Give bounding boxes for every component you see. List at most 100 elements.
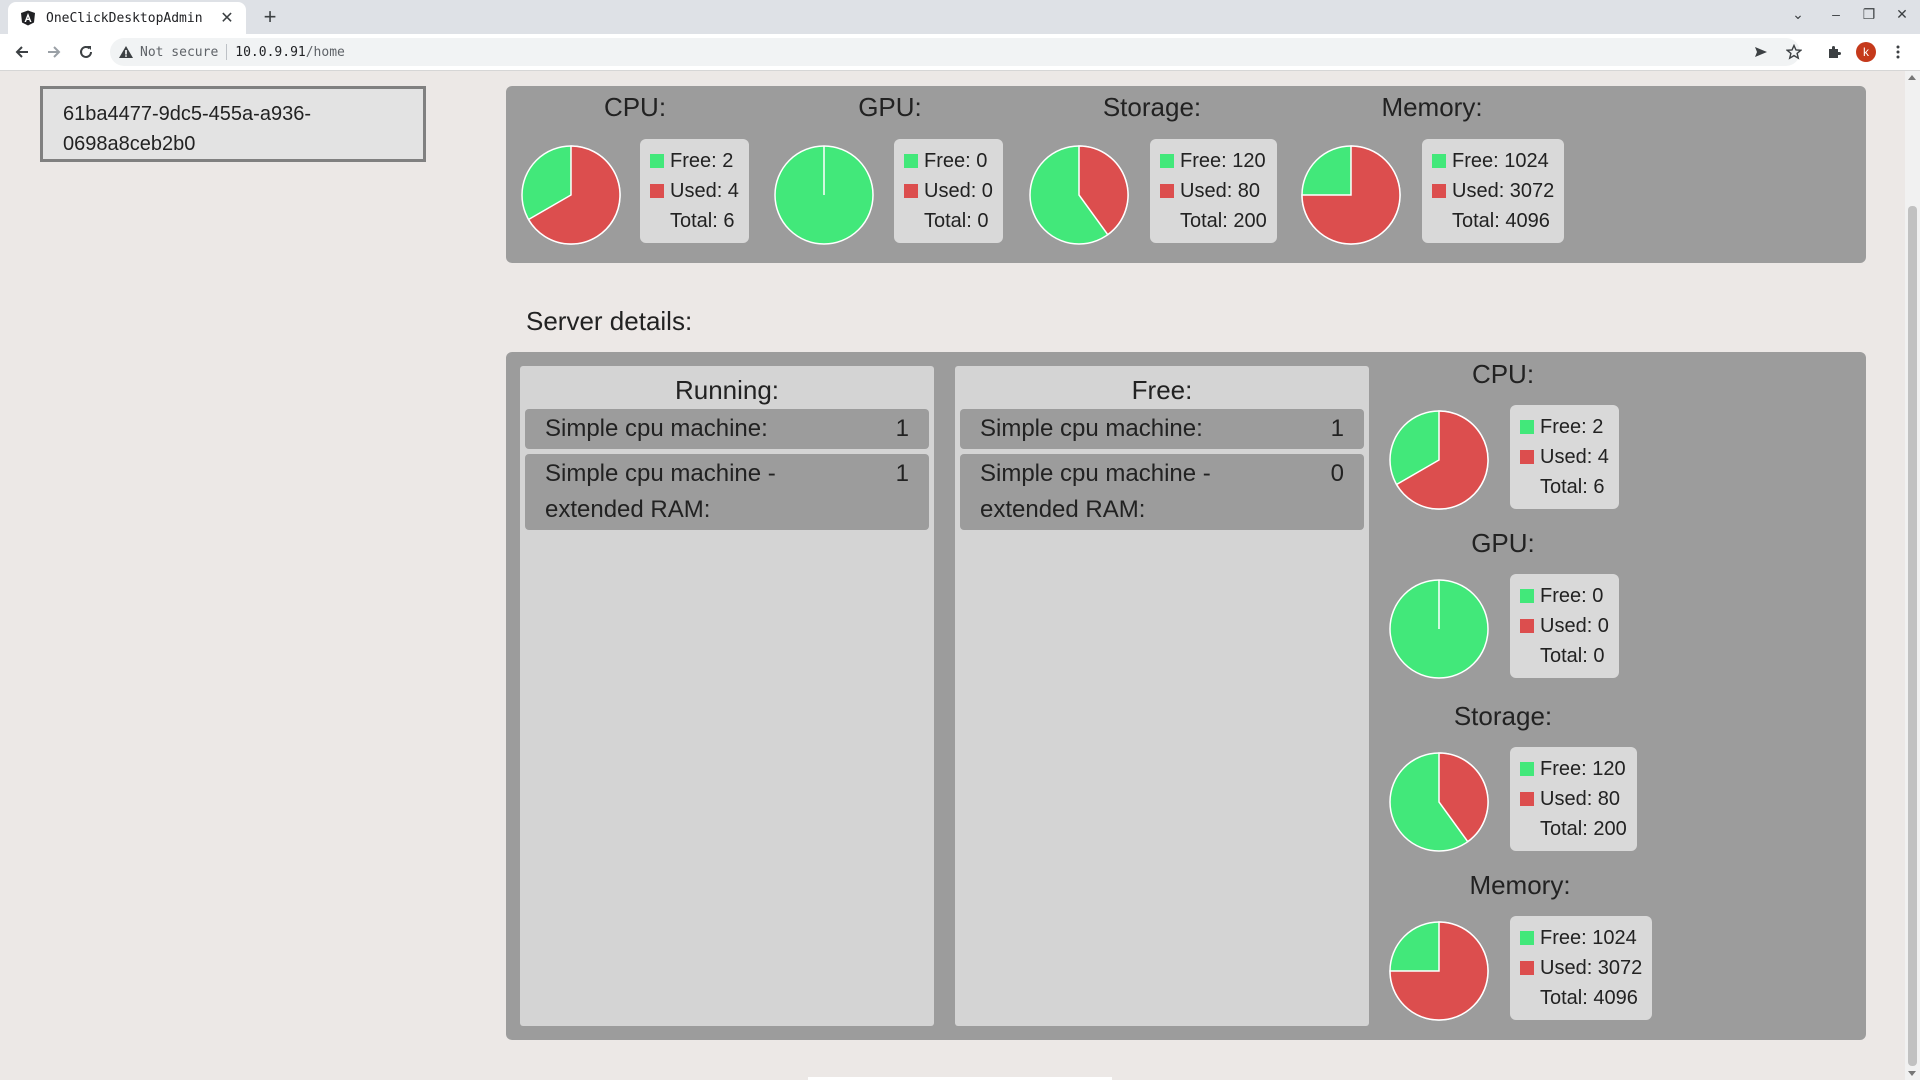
angular-logo-icon bbox=[21, 10, 35, 26]
used-value: Used: 3072 bbox=[1540, 956, 1643, 979]
summary-cpu-legend: Free: 2 Used: 4 Total: 6 bbox=[640, 139, 749, 243]
legend-free: Free: 2 bbox=[650, 146, 739, 176]
details-gpu-pie bbox=[1389, 579, 1489, 679]
tab-title: OneClickDesktopAdmin bbox=[46, 10, 203, 26]
details-cpu-pie bbox=[1389, 410, 1489, 510]
summary-cpu-pie bbox=[521, 145, 621, 245]
used-value: Used: 0 bbox=[1540, 614, 1609, 637]
server-id-box[interactable]: 61ba4477-9dc5-455a-a936-0698a8ceb2b0 bbox=[40, 86, 426, 162]
free-value: Free: 120 bbox=[1540, 757, 1626, 780]
reload-icon[interactable] bbox=[74, 40, 98, 64]
machine-count: 1 bbox=[895, 415, 909, 442]
used-swatch bbox=[1520, 619, 1534, 633]
machine-name: Simple cpu machine - extended RAM: bbox=[545, 460, 776, 523]
scroll-up-arrow-icon[interactable] bbox=[1908, 75, 1916, 80]
profile-avatar[interactable]: k bbox=[1854, 40, 1878, 64]
summary-cpu-title: CPU: bbox=[603, 92, 667, 122]
free-machine-row[interactable]: Simple cpu machine - extended RAM: 0 bbox=[960, 454, 1364, 530]
summary-gpu-title: GPU: bbox=[858, 92, 922, 122]
free-swatch bbox=[1160, 154, 1174, 168]
legend-free: Free: 120 bbox=[1160, 146, 1267, 176]
free-swatch bbox=[650, 154, 664, 168]
legend-used: Used: 80 bbox=[1520, 784, 1627, 814]
scroll-down-arrow-icon[interactable] bbox=[1908, 1071, 1916, 1076]
legend-free: Free: 1024 bbox=[1432, 146, 1554, 176]
free-swatch bbox=[1520, 762, 1534, 776]
legend-free: Free: 0 bbox=[1520, 581, 1609, 611]
url-host: 10.0.9.91 bbox=[235, 44, 306, 60]
legend-used: Used: 3072 bbox=[1520, 953, 1642, 983]
browser-tab[interactable]: OneClickDesktopAdmin ✕ bbox=[8, 2, 246, 34]
browser-menu-icon[interactable] bbox=[1886, 40, 1910, 64]
used-value: Used: 0 bbox=[924, 179, 993, 202]
used-swatch bbox=[1432, 184, 1446, 198]
used-swatch bbox=[1160, 184, 1174, 198]
used-swatch bbox=[1520, 961, 1534, 975]
legend-free: Free: 120 bbox=[1520, 754, 1627, 784]
new-tab-icon[interactable]: + bbox=[258, 4, 282, 30]
details-cpu-title: CPU: bbox=[1471, 359, 1535, 389]
machine-count: 1 bbox=[895, 460, 909, 487]
restore-icon[interactable]: ❐ bbox=[1857, 6, 1881, 23]
legend-total: Total: 6 bbox=[1540, 475, 1605, 498]
legend-total: Total: 0 bbox=[924, 209, 989, 232]
running-machine-row[interactable]: Simple cpu machine - extended RAM: 1 bbox=[525, 454, 929, 530]
free-machine-row[interactable]: Simple cpu machine: 1 bbox=[960, 409, 1364, 449]
summary-gpu-legend: Free: 0 Used: 0 Total: 0 bbox=[894, 139, 1003, 243]
free-title: Free: bbox=[1131, 375, 1193, 405]
bookmark-star-icon[interactable] bbox=[1782, 40, 1806, 64]
summary-gpu-pie bbox=[774, 145, 874, 245]
summary-storage-legend: Free: 120 Used: 80 Total: 200 bbox=[1150, 139, 1277, 243]
legend-used: Used: 0 bbox=[1520, 611, 1609, 641]
forward-arrow-icon[interactable] bbox=[42, 40, 66, 64]
page-scrollbar[interactable] bbox=[1905, 71, 1920, 1080]
free-swatch bbox=[1432, 154, 1446, 168]
summary-storage-pie bbox=[1029, 145, 1129, 245]
legend-total: Total: 4096 bbox=[1452, 209, 1550, 232]
free-swatch bbox=[1520, 931, 1534, 945]
details-gpu-title: GPU: bbox=[1471, 528, 1535, 558]
details-storage-pie bbox=[1389, 752, 1489, 852]
legend-total: Total: 200 bbox=[1180, 209, 1267, 232]
extensions-puzzle-icon[interactable] bbox=[1822, 40, 1846, 64]
legend-used: Used: 3072 bbox=[1432, 176, 1554, 206]
window-close-icon[interactable]: ✕ bbox=[1890, 6, 1914, 23]
machine-count: 1 bbox=[1330, 415, 1344, 442]
running-title: Running: bbox=[674, 375, 780, 405]
used-value: Used: 3072 bbox=[1452, 179, 1555, 202]
running-column: Running: Simple cpu machine: 1 Simple cp… bbox=[520, 366, 934, 1026]
summary-storage-title: Storage: bbox=[1102, 92, 1202, 122]
back-arrow-icon[interactable] bbox=[10, 40, 34, 64]
warning-icon bbox=[119, 46, 133, 58]
free-value: Free: 120 bbox=[1180, 149, 1266, 172]
details-storage-legend: Free: 120 Used: 80 Total: 200 bbox=[1510, 747, 1637, 851]
legend-used: Used: 4 bbox=[1520, 442, 1609, 472]
legend-free: Free: 2 bbox=[1520, 412, 1609, 442]
machine-name: Simple cpu machine - extended RAM: bbox=[980, 460, 1211, 523]
legend-free: Free: 1024 bbox=[1520, 923, 1642, 953]
details-gpu-legend: Free: 0 Used: 0 Total: 0 bbox=[1510, 574, 1619, 678]
tab-search-chevron-icon[interactable]: ⌄ bbox=[1786, 6, 1810, 23]
free-value: Free: 0 bbox=[924, 149, 988, 172]
free-column: Free: Simple cpu machine: 1 Simple cpu m… bbox=[955, 366, 1369, 1026]
tab-strip: OneClickDesktopAdmin ✕ + ⌄ – ❐ ✕ bbox=[0, 0, 1920, 34]
legend-free: Free: 0 bbox=[904, 146, 993, 176]
url-path: /home bbox=[305, 44, 345, 60]
scroll-thumb[interactable] bbox=[1908, 206, 1917, 1066]
summary-memory-legend: Free: 1024 Used: 3072 Total: 4096 bbox=[1422, 139, 1565, 243]
free-swatch bbox=[1520, 420, 1534, 434]
free-value: Free: 1024 bbox=[1540, 926, 1637, 949]
omnibox-divider bbox=[226, 44, 228, 60]
summary-memory-pie bbox=[1301, 145, 1401, 245]
details-memory-pie bbox=[1389, 921, 1489, 1021]
free-value: Free: 2 bbox=[1540, 415, 1604, 438]
send-icon[interactable] bbox=[1749, 40, 1773, 64]
free-value: Free: 0 bbox=[1540, 584, 1604, 607]
running-machine-row[interactable]: Simple cpu machine: 1 bbox=[525, 409, 929, 449]
tab-close-icon[interactable]: ✕ bbox=[218, 8, 236, 28]
legend-total: Total: 6 bbox=[670, 209, 735, 232]
free-swatch bbox=[1520, 589, 1534, 603]
legend-total: Total: 4096 bbox=[1540, 986, 1638, 1009]
address-bar[interactable]: Not secure 10.0.9.91 /home bbox=[110, 38, 1800, 66]
minimize-icon[interactable]: – bbox=[1824, 6, 1848, 22]
